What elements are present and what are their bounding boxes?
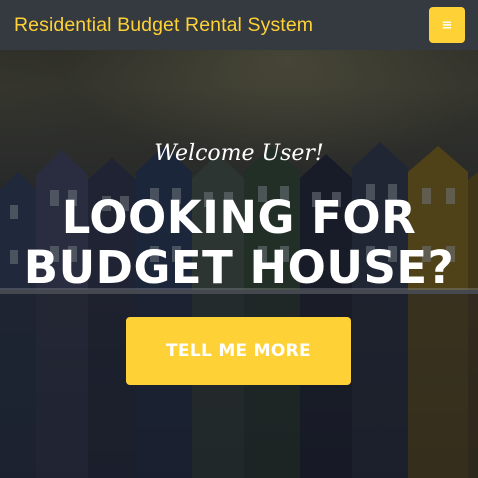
masthead: Welcome User! LOOKING FOR BUDGET HOUSE? …	[0, 0, 478, 478]
hero-heading-line1: LOOKING FOR	[61, 191, 417, 244]
cta-label: TELL ME MORE	[166, 341, 311, 361]
tell-me-more-button[interactable]: TELL ME MORE	[126, 317, 351, 385]
hero-heading: LOOKING FOR BUDGET HOUSE?	[0, 193, 478, 293]
hero-heading-line2: BUDGET HOUSE?	[23, 241, 455, 294]
welcome-subheading: Welcome User!	[154, 141, 324, 166]
